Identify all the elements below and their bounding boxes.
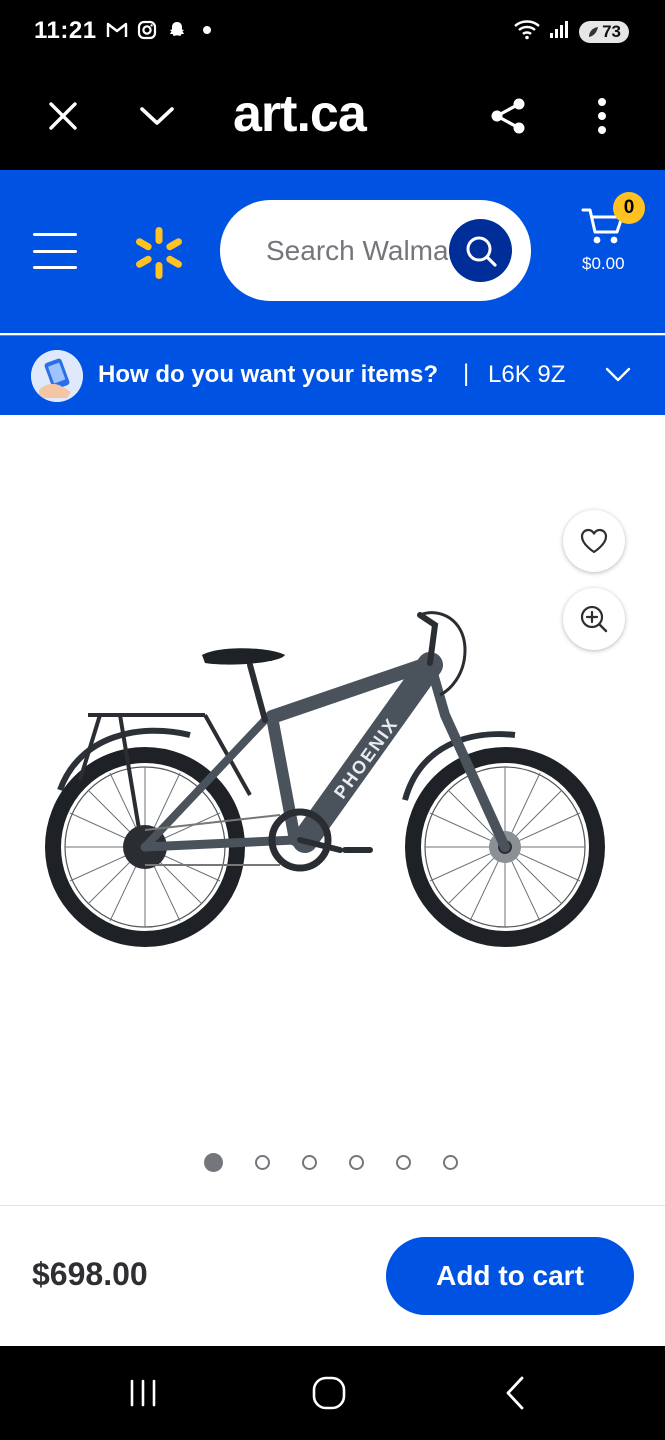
more-vertical-icon [598,98,606,134]
close-tab-button[interactable] [36,89,90,143]
notification-icons [106,19,218,41]
menu-line [33,266,77,269]
menu-line [33,233,77,236]
system-icons: 73 [513,18,629,45]
cart-count-badge: 0 [613,192,645,224]
fulfillment-separator: | [463,360,470,387]
status-bar: 11:21 73 [0,0,665,62]
minimize-tab-button[interactable] [130,89,184,143]
fulfillment-illustration-icon [31,350,83,402]
chevron-down-icon [605,367,631,382]
gmail-icon [106,19,128,41]
status-time: 11:21 [34,17,97,44]
carousel-dot[interactable] [302,1155,317,1170]
browser-toolbar: art.ca [0,62,665,170]
share-icon [491,98,525,134]
site-header: 0 $0.00 [0,170,665,333]
home-icon [312,1376,346,1410]
battery-level: 73 [602,21,621,41]
battery-saver-icon [589,26,599,37]
carousel-pagination [204,1153,458,1172]
cart-button[interactable]: 0 $0.00 [577,192,645,280]
fulfillment-bar[interactable]: How do you want your items? | L6K 9Z [0,335,665,415]
carousel-dot[interactable] [349,1155,364,1170]
battery-indicator: 73 [579,20,629,43]
recent-apps-icon [130,1379,156,1407]
notification-dot-icon [196,19,218,41]
sticky-buy-bar: $698.00 Add to cart [0,1205,665,1346]
add-to-favorites-button[interactable] [563,510,625,572]
more-options-button[interactable] [575,89,629,143]
product-image: PHOENIX [45,611,605,947]
cart-total: $0.00 [582,254,625,273]
close-icon [49,102,77,130]
chevron-down-icon [140,107,174,125]
signal-icon [549,19,571,44]
carousel-dot[interactable] [204,1153,223,1172]
system-navigation-bar [0,1346,665,1440]
url-text[interactable]: art.ca [233,84,367,144]
add-to-cart-button[interactable]: Add to cart [386,1237,634,1315]
heart-icon [580,528,608,554]
search-button[interactable] [449,219,512,282]
share-button[interactable] [481,89,535,143]
menu-button[interactable] [33,233,77,269]
home-button[interactable] [304,1368,354,1418]
wifi-icon [513,18,541,45]
fulfillment-prompt: How do you want your items? [98,361,439,388]
menu-line [33,249,77,253]
product-image-carousel[interactable]: PHOENIX [0,415,665,1205]
postal-code: L6K 9Z [488,361,566,388]
carousel-dot[interactable] [443,1155,458,1170]
carousel-dot[interactable] [255,1155,270,1170]
snapchat-icon [166,19,188,41]
back-button[interactable] [490,1368,540,1418]
search-input[interactable] [266,230,448,272]
search-icon [466,236,497,267]
walmart-spark-logo-icon[interactable] [132,226,186,280]
carousel-dot[interactable] [396,1155,411,1170]
product-brand-text: PHOENIX [330,714,402,803]
search-bar [220,200,531,301]
product-price: $698.00 [32,1256,148,1292]
instagram-icon [136,19,158,41]
recent-apps-button[interactable] [118,1368,168,1418]
back-icon [506,1376,524,1410]
